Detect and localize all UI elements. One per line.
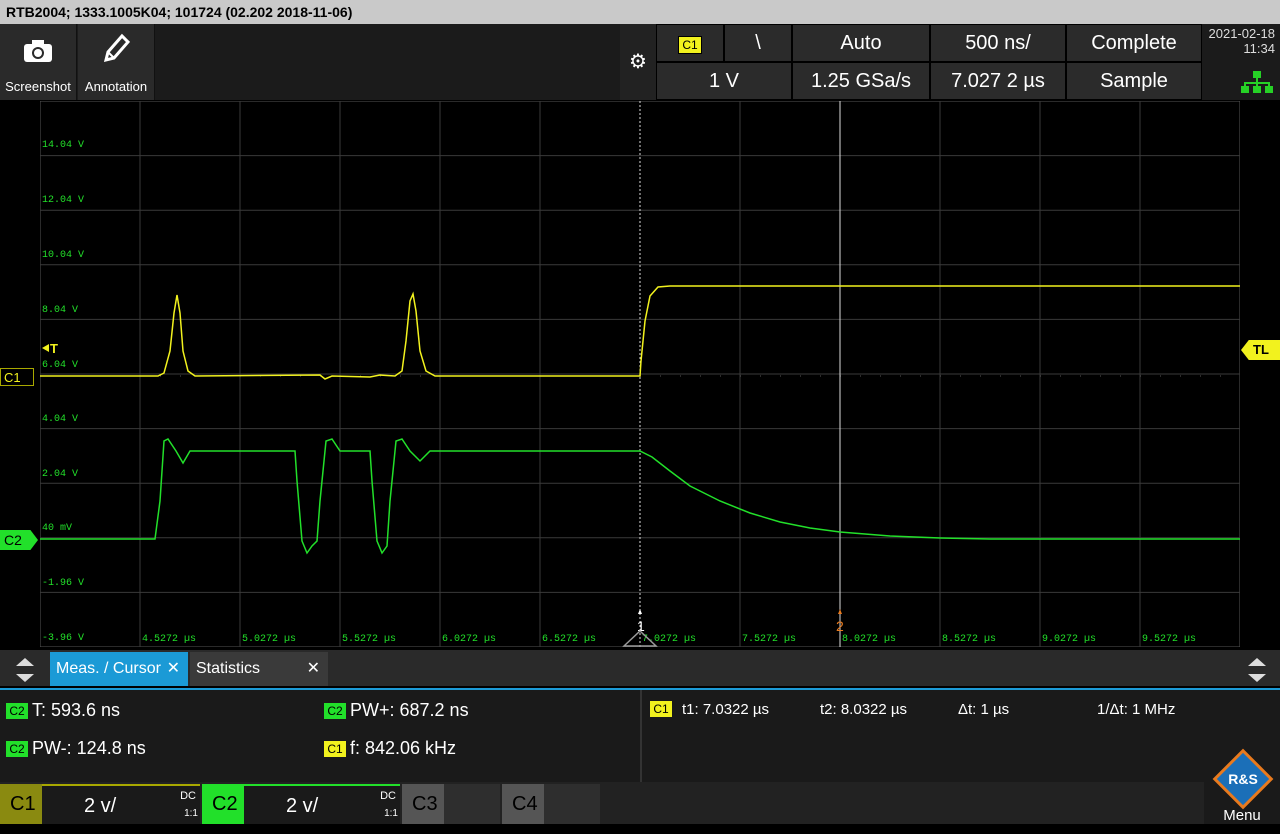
meas-pw-pos: C2 PW+: 687.2 ns <box>324 700 469 721</box>
trigger-level-marker[interactable]: TL <box>1241 340 1280 360</box>
y-label: 4.04 V <box>42 414 78 425</box>
c2-scale: 2 v/ <box>286 795 319 817</box>
channel-c4-settings[interactable] <box>544 784 600 824</box>
y-label: 14.04 V <box>42 140 84 151</box>
y-label: 10.04 V <box>42 250 84 261</box>
annotation-label: Annotation <box>84 79 148 94</box>
c1-offset-marker[interactable]: C1 <box>0 368 34 386</box>
tab-statistics[interactable]: Statistics ✕ <box>190 652 328 686</box>
scroll-updown-icon-right[interactable] <box>1242 656 1272 684</box>
tab-meas-cursor[interactable]: Meas. / Cursor ✕ <box>50 652 188 686</box>
y-label: 8.04 V <box>42 305 78 316</box>
x-label: 9.5272 µs <box>1142 634 1196 645</box>
meas-pw-neg: C2 PW-: 124.8 ns <box>6 738 146 759</box>
cursor-inv-delta-t: 1/Δt: 1 MHz <box>1097 701 1176 718</box>
trigger-slope-cell[interactable]: \ <box>724 24 792 62</box>
rs-logo-icon: R&S <box>1212 748 1274 810</box>
x-label: 6.0272 µs <box>442 634 496 645</box>
y-label: -3.96 V <box>42 633 84 644</box>
trigger-source-badge: C1 <box>678 36 702 54</box>
datetime: 2021-02-18 11:34 <box>1204 24 1280 64</box>
timebase-cell[interactable]: 500 ns/ <box>930 24 1066 62</box>
screenshot-label: Screenshot <box>5 79 71 94</box>
network-icon <box>1241 71 1273 93</box>
channel-c2-button[interactable]: C2 <box>202 784 244 824</box>
x-label: 7.5272 µs <box>742 634 796 645</box>
cursor-t1: t1: 7.0322 µs <box>682 701 770 718</box>
gear-icon: ⚙ <box>629 51 647 73</box>
channel-c1-settings[interactable]: 2 v/ DC 1:1 <box>42 784 200 824</box>
meas-period: C2 T: 593.6 ns <box>6 700 120 721</box>
acq-status-cell[interactable]: Complete <box>1066 24 1202 62</box>
annotation-button[interactable]: Annotation <box>78 24 155 100</box>
x-label: 6.5272 µs <box>542 634 596 645</box>
tab-meas-cursor-label: Meas. / Cursor <box>56 660 161 677</box>
y-label: 6.04 V <box>42 360 78 371</box>
date-text: 2021-02-18 <box>1208 26 1276 41</box>
waveform-display[interactable]: 14.04 V 12.04 V 10.04 V 8.04 V 6.04 V 4.… <box>40 101 1240 647</box>
settings-button[interactable]: ⚙ <box>620 24 656 100</box>
cursor-source: C1 <box>650 700 676 718</box>
screenshot-button[interactable]: Screenshot <box>0 24 77 100</box>
pencil-icon <box>103 33 131 63</box>
x-label: 5.5272 µs <box>342 634 396 645</box>
channel-c4-button[interactable]: C4 <box>502 784 544 824</box>
c2-probe: 1:1 <box>384 808 398 819</box>
scroll-updown-icon[interactable] <box>10 656 40 684</box>
trigger-marker: T <box>50 341 58 356</box>
tab-statistics-label: Statistics <box>196 660 261 677</box>
camera-icon <box>24 40 52 62</box>
time-text: 11:34 <box>1243 41 1275 56</box>
cursor-delta-t: Δt: 1 µs <box>958 701 1010 718</box>
y-label: 40 mV <box>42 523 72 534</box>
x-label: 8.0272 µs <box>842 634 896 645</box>
sample-rate-cell[interactable]: 1.25 GSa/s <box>792 62 930 100</box>
x-label: 9.0272 µs <box>1042 634 1096 645</box>
x-label: 5.0272 µs <box>242 634 296 645</box>
c1-probe: 1:1 <box>184 808 198 819</box>
meas-frequency: C1 f: 842.06 kHz <box>324 738 456 759</box>
cursor-2-label: 2 <box>836 618 844 634</box>
window-title: RTB2004; 1333.1005K04; 101724 (02.202 20… <box>0 0 1280 24</box>
x-label: 8.5272 µs <box>942 634 996 645</box>
cursor-t2: t2: 8.0322 µs <box>820 701 908 718</box>
trigger-source-cell[interactable]: C1 <box>656 24 724 62</box>
x-label: 4.5272 µs <box>142 634 196 645</box>
horizontal-position-cell[interactable]: 7.027 2 µs <box>930 62 1066 100</box>
svg-text:R&S: R&S <box>1228 771 1258 787</box>
acq-mode-cell[interactable]: Sample <box>1066 62 1202 100</box>
c1-scale: 2 v/ <box>84 795 117 817</box>
menu-label: Menu <box>1223 807 1261 824</box>
channel-c2-settings[interactable]: 2 v/ DC 1:1 <box>244 784 400 824</box>
y-label: 12.04 V <box>42 195 84 206</box>
menu-button[interactable]: R&S Menu <box>1204 748 1280 824</box>
channel-c3-button[interactable]: C3 <box>402 784 444 824</box>
close-icon[interactable]: ✕ <box>167 652 180 686</box>
falling-edge-icon: \ <box>755 32 761 54</box>
y-label: 2.04 V <box>42 469 78 480</box>
close-icon[interactable]: ✕ <box>307 652 320 686</box>
channel-c3-settings[interactable] <box>444 784 500 824</box>
panel-divider <box>640 690 642 782</box>
trigger-mode-cell[interactable]: Auto <box>792 24 930 62</box>
y-label: -1.96 V <box>42 578 84 589</box>
trigger-level-cell[interactable]: 1 V <box>656 62 792 100</box>
channel-c1-button[interactable]: C1 <box>0 784 42 824</box>
c2-offset-marker[interactable]: C2 <box>0 530 38 550</box>
